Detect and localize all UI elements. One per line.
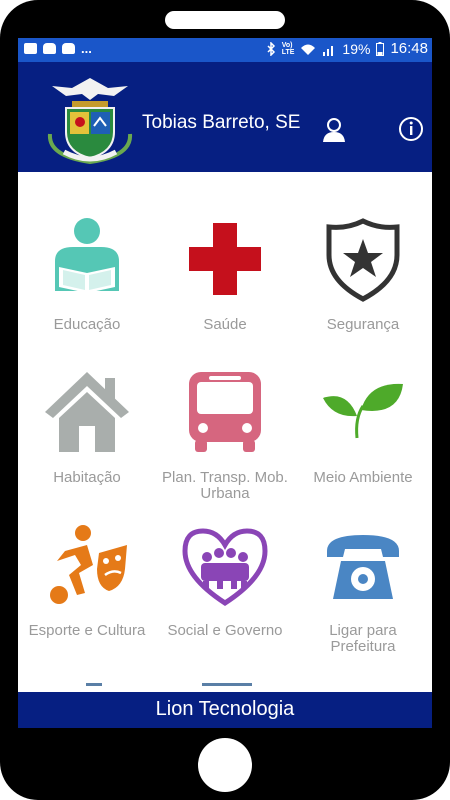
police-badge-icon [326, 218, 400, 302]
volte-indicator: Vo) LTE [281, 42, 295, 56]
footer-brand: Lion Tecnologia [18, 692, 432, 728]
tile-label: Segurança [326, 316, 400, 333]
bus-icon [189, 372, 261, 452]
red-cross-icon [189, 223, 261, 295]
home-button[interactable] [198, 738, 252, 792]
signal-icon [323, 45, 334, 56]
tile-esporte-cultura[interactable]: Esporte e Cultura [18, 521, 156, 661]
city-coat-of-arms-logo [47, 78, 133, 165]
tile-educacao[interactable]: Educação [18, 215, 156, 355]
tile-social-governo[interactable]: Social e Governo [156, 521, 294, 661]
car-notification-icon-2 [62, 43, 75, 54]
car-notification-icon [43, 43, 56, 54]
more-notifications: ... [81, 41, 92, 56]
tile-meio-ambiente[interactable]: Meio Ambiente [294, 368, 432, 508]
clock: 16:48 [390, 40, 428, 57]
reader-icon [55, 218, 119, 293]
scrolled-tile-hint [86, 683, 102, 686]
phone-speaker [165, 11, 285, 29]
tile-label: Habitação [53, 469, 121, 486]
tile-label: Educação [53, 316, 121, 333]
tile-label: Plan. Transp. Mob. Urbana [162, 469, 288, 502]
app-screen: ... Vo) LTE 19% 16:48 Tobias Barreto, SE… [18, 38, 432, 728]
tile-seguranca[interactable]: Segurança [294, 215, 432, 355]
system-status: Vo) LTE 19% 16:48 [266, 41, 428, 57]
tile-label: Meio Ambiente [313, 469, 413, 486]
battery-icon [376, 42, 385, 56]
house-icon [45, 372, 129, 452]
telephone-icon [327, 535, 399, 599]
city-name: Tobias Barreto, SE [142, 112, 301, 133]
user-icon[interactable] [321, 117, 347, 143]
tile-transporte[interactable]: Plan. Transp. Mob. Urbana [156, 368, 294, 508]
tile-label: Esporte e Cultura [28, 622, 146, 639]
tile-ligar-prefeitura[interactable]: Ligar para Prefeitura [294, 521, 432, 661]
tile-label: Ligar para Prefeitura [329, 622, 397, 655]
info-icon[interactable] [398, 116, 424, 142]
tile-label: Saúde [203, 316, 247, 333]
sports-culture-icon [50, 525, 127, 604]
battery-percent: 19% [342, 41, 371, 57]
bluetooth-icon [267, 42, 275, 56]
tile-saude[interactable]: Saúde [156, 215, 294, 355]
notification-icons: ... [24, 42, 92, 55]
wifi-icon [301, 44, 316, 55]
phone-frame: ... Vo) LTE 19% 16:48 Tobias Barreto, SE… [0, 0, 450, 800]
tile-habitacao[interactable]: Habitação [18, 368, 156, 508]
status-bar: ... Vo) LTE 19% 16:48 [18, 38, 432, 62]
image-notification-icon [24, 43, 37, 54]
leaves-icon [323, 383, 403, 439]
scrolled-tile-hint [202, 683, 252, 686]
app-header: Tobias Barreto, SE [18, 62, 432, 172]
community-heart-icon [182, 528, 268, 606]
tile-label: Social e Governo [167, 622, 283, 639]
